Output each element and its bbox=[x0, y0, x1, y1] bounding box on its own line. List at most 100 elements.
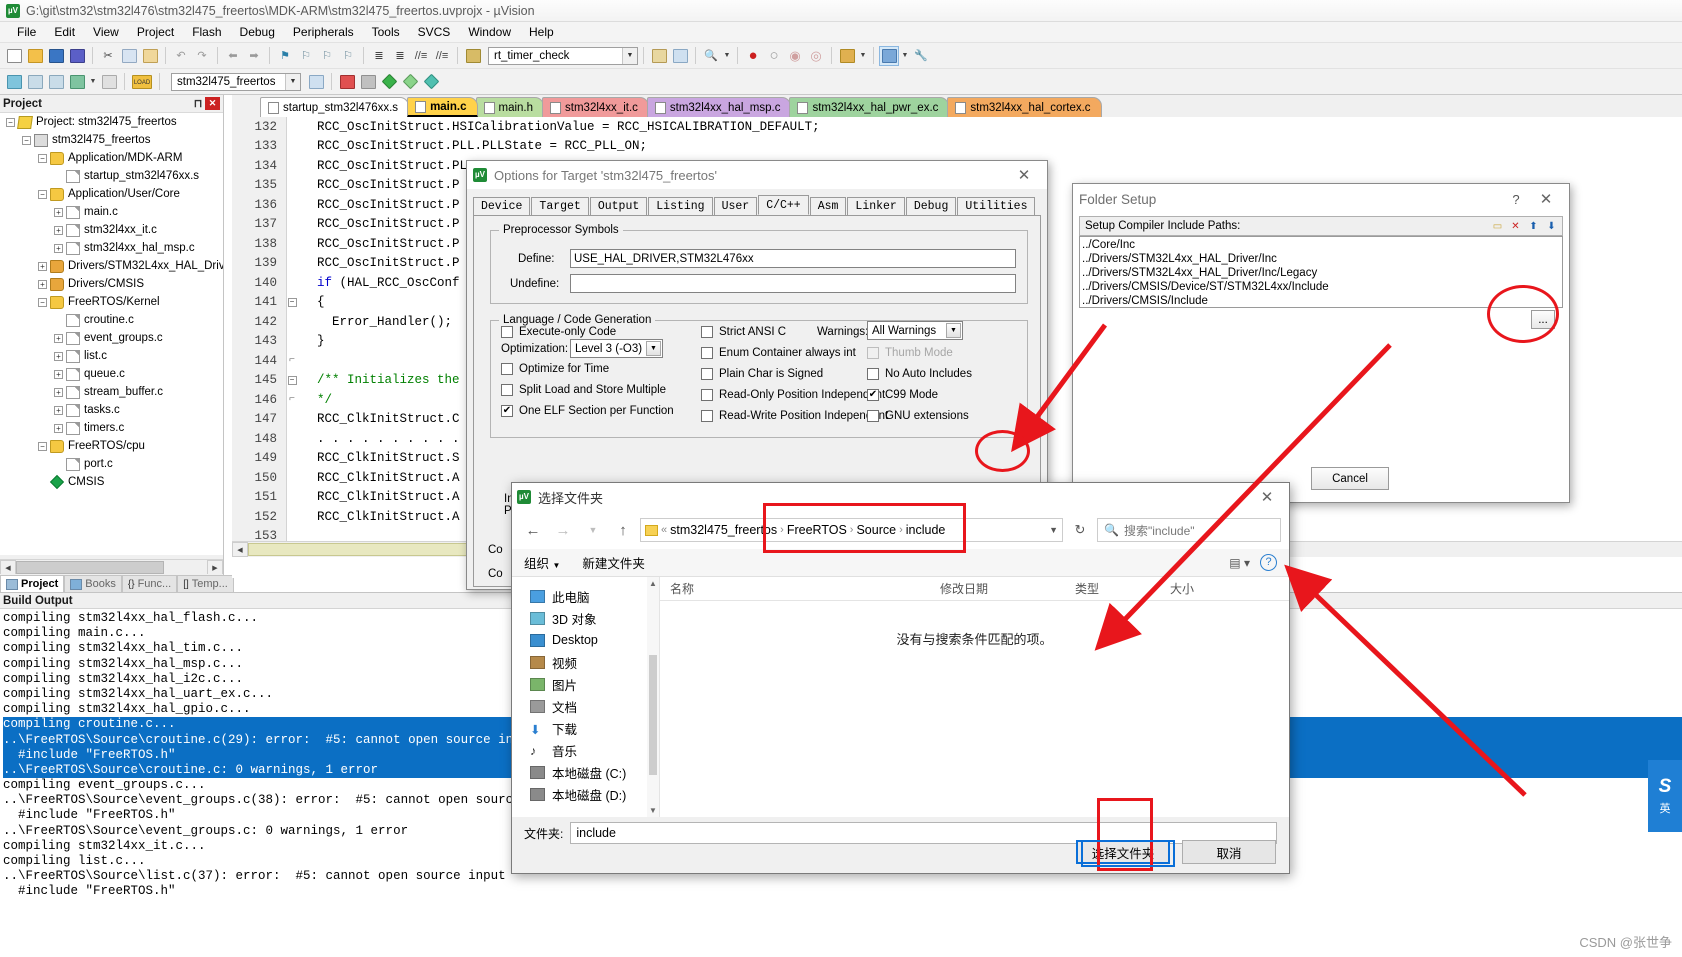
options-tab-asm[interactable]: Asm bbox=[809, 197, 847, 215]
checkbox-row-thumb-mode[interactable]: Thumb Mode bbox=[867, 347, 953, 359]
menu-item-window[interactable]: Window bbox=[459, 23, 520, 41]
sidebar-item-drive[interactable]: 本地磁盘 (C:) bbox=[512, 761, 647, 783]
kill-all-breakpoints-button[interactable]: ◎ bbox=[806, 46, 826, 66]
target-options-button[interactable] bbox=[879, 45, 899, 66]
close-icon[interactable]: ✕ bbox=[1250, 484, 1284, 510]
tree-node[interactable]: + stm32l4xx_it.c bbox=[0, 221, 223, 239]
tree-node[interactable]: − Project: stm32l475_freertos bbox=[0, 113, 223, 131]
navigate-forward-button[interactable]: ➡ bbox=[244, 46, 264, 66]
tree-node[interactable]: + stream_buffer.c bbox=[0, 383, 223, 401]
clear-bookmarks-button[interactable]: ⚐ bbox=[338, 46, 358, 66]
checkbox[interactable] bbox=[701, 410, 713, 422]
editor-tab-stm32l4xx_hal_cortexc[interactable]: stm32l4xx_hal_cortex.c bbox=[947, 97, 1102, 117]
checkbox[interactable]: ✔ bbox=[501, 405, 513, 417]
uncomment-button[interactable]: //≡ bbox=[432, 46, 452, 66]
breadcrumb-item[interactable]: Source bbox=[856, 523, 896, 537]
manage-run-time-env-button[interactable] bbox=[337, 72, 357, 92]
close-icon[interactable]: ✕ bbox=[1529, 186, 1563, 212]
checkbox-row-strict-ansi-c[interactable]: Strict ANSI C bbox=[701, 326, 786, 338]
chevron-down-icon[interactable]: ▼ bbox=[646, 341, 661, 356]
stop-build-button[interactable] bbox=[99, 72, 119, 92]
editor-tab-stm32l4xx_hal_mspc[interactable]: stm32l4xx_hal_msp.c bbox=[646, 97, 792, 117]
help-icon[interactable]: ? bbox=[1503, 192, 1529, 207]
options-tab-cc[interactable]: C/C++ bbox=[758, 195, 809, 215]
tree-node[interactable]: CMSIS bbox=[0, 473, 223, 491]
target-options-dropdown-icon[interactable]: ▼ bbox=[900, 46, 910, 66]
editor-tab-mainh[interactable]: main.h bbox=[475, 97, 545, 117]
tree-node[interactable]: − stm32l475_freertos bbox=[0, 131, 223, 149]
new-path-icon[interactable]: ▭ bbox=[1490, 219, 1505, 234]
organize-button[interactable]: 组织 ▼ bbox=[524, 553, 560, 572]
insert-breakpoint-button[interactable]: ● bbox=[743, 46, 763, 66]
checkbox-row-execute-only-code[interactable]: Execute-only Code bbox=[501, 326, 616, 338]
debug-settings-button[interactable] bbox=[837, 46, 857, 66]
editor-tab-stm32l4xx_itc[interactable]: stm32l4xx_it.c bbox=[542, 97, 649, 117]
options-tab-listing[interactable]: Listing bbox=[648, 197, 713, 215]
navigate-back-button[interactable]: ⬅ bbox=[223, 46, 243, 66]
collapse-icon[interactable]: − bbox=[38, 153, 47, 163]
new-file-button[interactable] bbox=[4, 46, 24, 66]
tree-node[interactable]: + event_groups.c bbox=[0, 329, 223, 347]
download-button[interactable]: LOAD bbox=[130, 72, 154, 92]
next-bookmark-button[interactable]: ⚐ bbox=[317, 46, 337, 66]
close-icon[interactable]: ✕ bbox=[1007, 162, 1041, 188]
search-input[interactable]: 🔍 搜索"include" bbox=[1097, 518, 1281, 542]
tree-node[interactable]: + stm32l4xx_hal_msp.c bbox=[0, 239, 223, 257]
collapse-icon[interactable]: − bbox=[287, 297, 297, 307]
config-combo[interactable]: rt_timer_check ▼ bbox=[488, 46, 638, 65]
expand-icon[interactable]: + bbox=[54, 207, 63, 217]
checkbox-row-plain-char-is-signed[interactable]: Plain Char is Signed bbox=[701, 368, 823, 380]
column-header[interactable]: 名称 bbox=[660, 580, 930, 597]
checkbox-row-read-only-position-independent[interactable]: Read-Only Position Independent bbox=[701, 389, 885, 401]
sidebar-item-videos[interactable]: 视频 bbox=[512, 651, 647, 673]
configure-button[interactable]: 🔧 bbox=[911, 46, 931, 66]
editor-tab-mainc[interactable]: main.c bbox=[407, 97, 478, 117]
collapse-icon[interactable]: − bbox=[6, 117, 15, 127]
save-all-button[interactable] bbox=[67, 46, 87, 66]
build-button[interactable] bbox=[25, 72, 45, 92]
disable-all-breakpoints-button[interactable]: ◉ bbox=[785, 46, 805, 66]
breadcrumb-item[interactable]: FreeRTOS bbox=[787, 523, 847, 537]
column-header[interactable]: 修改日期 bbox=[930, 580, 1065, 597]
expand-icon[interactable]: + bbox=[54, 369, 63, 379]
checkbox[interactable] bbox=[701, 326, 713, 338]
panel-tab-func[interactable]: {} Func... bbox=[121, 575, 178, 592]
menu-item-file[interactable]: File bbox=[8, 23, 45, 41]
chevron-down-icon[interactable]: ▼ bbox=[285, 73, 300, 90]
batch-build-dropdown-icon[interactable]: ▼ bbox=[88, 72, 98, 92]
select-folder-button[interactable]: 选择文件夹 bbox=[1076, 840, 1170, 864]
checkbox-row-enum-container-always-int[interactable]: Enum Container always int bbox=[701, 347, 856, 359]
scroll-thumb[interactable] bbox=[649, 655, 657, 775]
expand-icon[interactable]: + bbox=[54, 423, 63, 433]
delete-path-icon[interactable]: ✕ bbox=[1508, 219, 1523, 234]
options-tab-debug[interactable]: Debug bbox=[905, 197, 957, 215]
scroll-left-icon[interactable]: ◀ bbox=[0, 560, 16, 575]
view-mode-icon[interactable]: ▤ ▾ bbox=[1229, 556, 1250, 570]
sidebar-item-drive[interactable]: 本地磁盘 (D:) bbox=[512, 783, 647, 805]
ime-indicator[interactable]: S 英 bbox=[1648, 760, 1682, 832]
close-icon[interactable]: ✕ bbox=[205, 97, 220, 110]
options-tab-utilities[interactable]: Utilities bbox=[957, 197, 1036, 215]
breadcrumb-item[interactable]: include bbox=[906, 523, 946, 537]
menu-item-view[interactable]: View bbox=[84, 23, 128, 41]
move-down-icon[interactable]: ⬇ bbox=[1544, 219, 1559, 234]
manage-project-items-button[interactable] bbox=[306, 72, 326, 92]
sidebar-item-desktop[interactable]: Desktop bbox=[512, 629, 647, 651]
menu-item-svcs[interactable]: SVCS bbox=[409, 23, 460, 41]
define-input[interactable]: USE_HAL_DRIVER,STM32L476xx bbox=[570, 249, 1016, 268]
pack-installer-button[interactable] bbox=[379, 72, 399, 92]
checkbox[interactable] bbox=[701, 368, 713, 380]
tree-node[interactable]: + list.c bbox=[0, 347, 223, 365]
sidebar-scrollbar[interactable]: ▲ ▼ bbox=[647, 577, 659, 817]
batch-build-button[interactable] bbox=[67, 72, 87, 92]
panel-tab-temp[interactable]: [] Temp... bbox=[177, 575, 234, 592]
expand-icon[interactable]: + bbox=[54, 351, 63, 361]
checkbox[interactable] bbox=[501, 363, 513, 375]
chevron-down-icon[interactable]: ▼ bbox=[580, 517, 606, 543]
save-button[interactable] bbox=[46, 46, 66, 66]
refresh-icon[interactable]: ↻ bbox=[1067, 517, 1093, 543]
fold-marker[interactable]: − bbox=[282, 375, 302, 385]
checkbox-row-one-elf-section-per-function[interactable]: ✔ One ELF Section per Function bbox=[501, 405, 674, 417]
menu-item-flash[interactable]: Flash bbox=[183, 23, 230, 41]
open-file-button[interactable] bbox=[25, 46, 45, 66]
